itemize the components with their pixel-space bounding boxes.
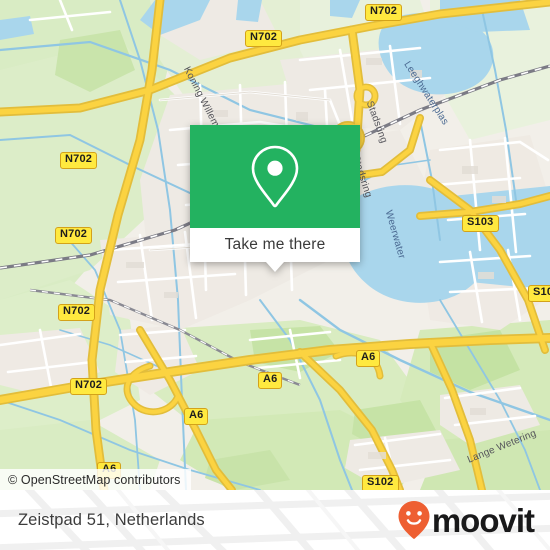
footer-bar: Zeistpad 51, Netherlands moovit	[0, 490, 550, 550]
location-popup-card[interactable]: Take me there	[190, 125, 360, 272]
road-shield: N702	[70, 378, 108, 395]
road-shield: N702	[60, 152, 98, 169]
road-shield: S10	[528, 285, 550, 302]
take-me-there-label: Take me there	[224, 236, 326, 253]
attribution-text: © OpenStreetMap contributors	[8, 473, 181, 487]
screenshot-root: © OpenStreetMap contributors N702 N702 N70…	[0, 0, 550, 550]
take-me-there-button[interactable]: Take me there	[190, 228, 360, 262]
map-pin-icon	[251, 145, 299, 207]
road-shield: S102	[362, 475, 399, 490]
popup-header	[190, 125, 360, 228]
popup-tail	[266, 262, 284, 272]
road-shield: A6	[184, 408, 209, 425]
moovit-wordmark: moovit	[431, 501, 535, 539]
road-shield: S103	[462, 215, 499, 232]
road-shield: N702	[58, 304, 96, 321]
moovit-pin-icon	[398, 501, 430, 539]
road-shield: N702	[245, 30, 283, 47]
map-canvas[interactable]: © OpenStreetMap contributors N702 N702 N70…	[0, 0, 550, 490]
road-shield: N702	[365, 4, 403, 21]
map-attribution[interactable]: © OpenStreetMap contributors	[0, 469, 191, 490]
address-label: Zeistpad 51, Netherlands	[18, 490, 205, 550]
moovit-logo[interactable]: moovit	[397, 490, 535, 550]
road-shield: A6	[356, 350, 381, 367]
address-text: Zeistpad 51, Netherlands	[18, 510, 205, 529]
road-shield: A6	[258, 372, 283, 389]
road-shield: N702	[55, 227, 93, 244]
